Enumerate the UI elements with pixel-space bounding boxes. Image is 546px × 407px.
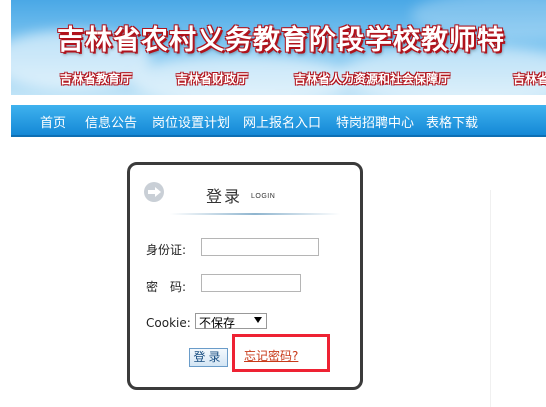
cookie-select-value: 不保存	[199, 316, 236, 330]
department-label: 吉林省教育厅	[60, 72, 133, 86]
department-label: 吉林省	[513, 72, 546, 86]
nav-item-announcements[interactable]: 信息公告	[85, 112, 137, 131]
login-title: 登录	[206, 187, 243, 206]
chevron-down-icon	[254, 317, 262, 323]
site-title: 吉林省农村义务教育阶段学校教师特	[57, 25, 505, 56]
nav-item-forms-download[interactable]: 表格下载	[426, 112, 478, 131]
divider	[490, 190, 491, 407]
login-button[interactable]: 登录	[189, 348, 228, 367]
nav-item-registration[interactable]: 网上报名入口	[243, 112, 321, 131]
divider	[170, 213, 340, 215]
login-subtitle: LOGIN	[251, 193, 276, 200]
password-label: 密 码:	[146, 280, 187, 294]
arrow-right-icon	[144, 182, 164, 202]
main-nav: 首页 信息公告 岗位设置计划 网上报名入口 特岗招聘中心 表格下载	[11, 105, 546, 137]
login-header: 登录 LOGIN	[130, 165, 360, 215]
nav-item-positions[interactable]: 岗位设置计划	[152, 112, 230, 131]
nav-item-recruitment-center[interactable]: 特岗招聘中心	[336, 112, 414, 131]
header-banner: 吉林省农村义务教育阶段学校教师特 吉林省教育厅 吉林省财政厅 吉林省人力资源和社…	[11, 0, 546, 95]
cookie-label: Cookie:	[146, 316, 191, 330]
nav-item-home[interactable]: 首页	[40, 112, 66, 131]
password-input[interactable]	[201, 274, 301, 292]
id-number-input[interactable]	[201, 238, 319, 256]
department-label: 吉林省财政厅	[176, 72, 249, 86]
forgot-password-link[interactable]: 忘记密码?	[244, 347, 298, 364]
cookie-select[interactable]: 不保存	[195, 313, 267, 330]
id-number-label: 身份证:	[146, 243, 187, 257]
department-label: 吉林省人力资源和社会保障厅	[294, 72, 451, 86]
